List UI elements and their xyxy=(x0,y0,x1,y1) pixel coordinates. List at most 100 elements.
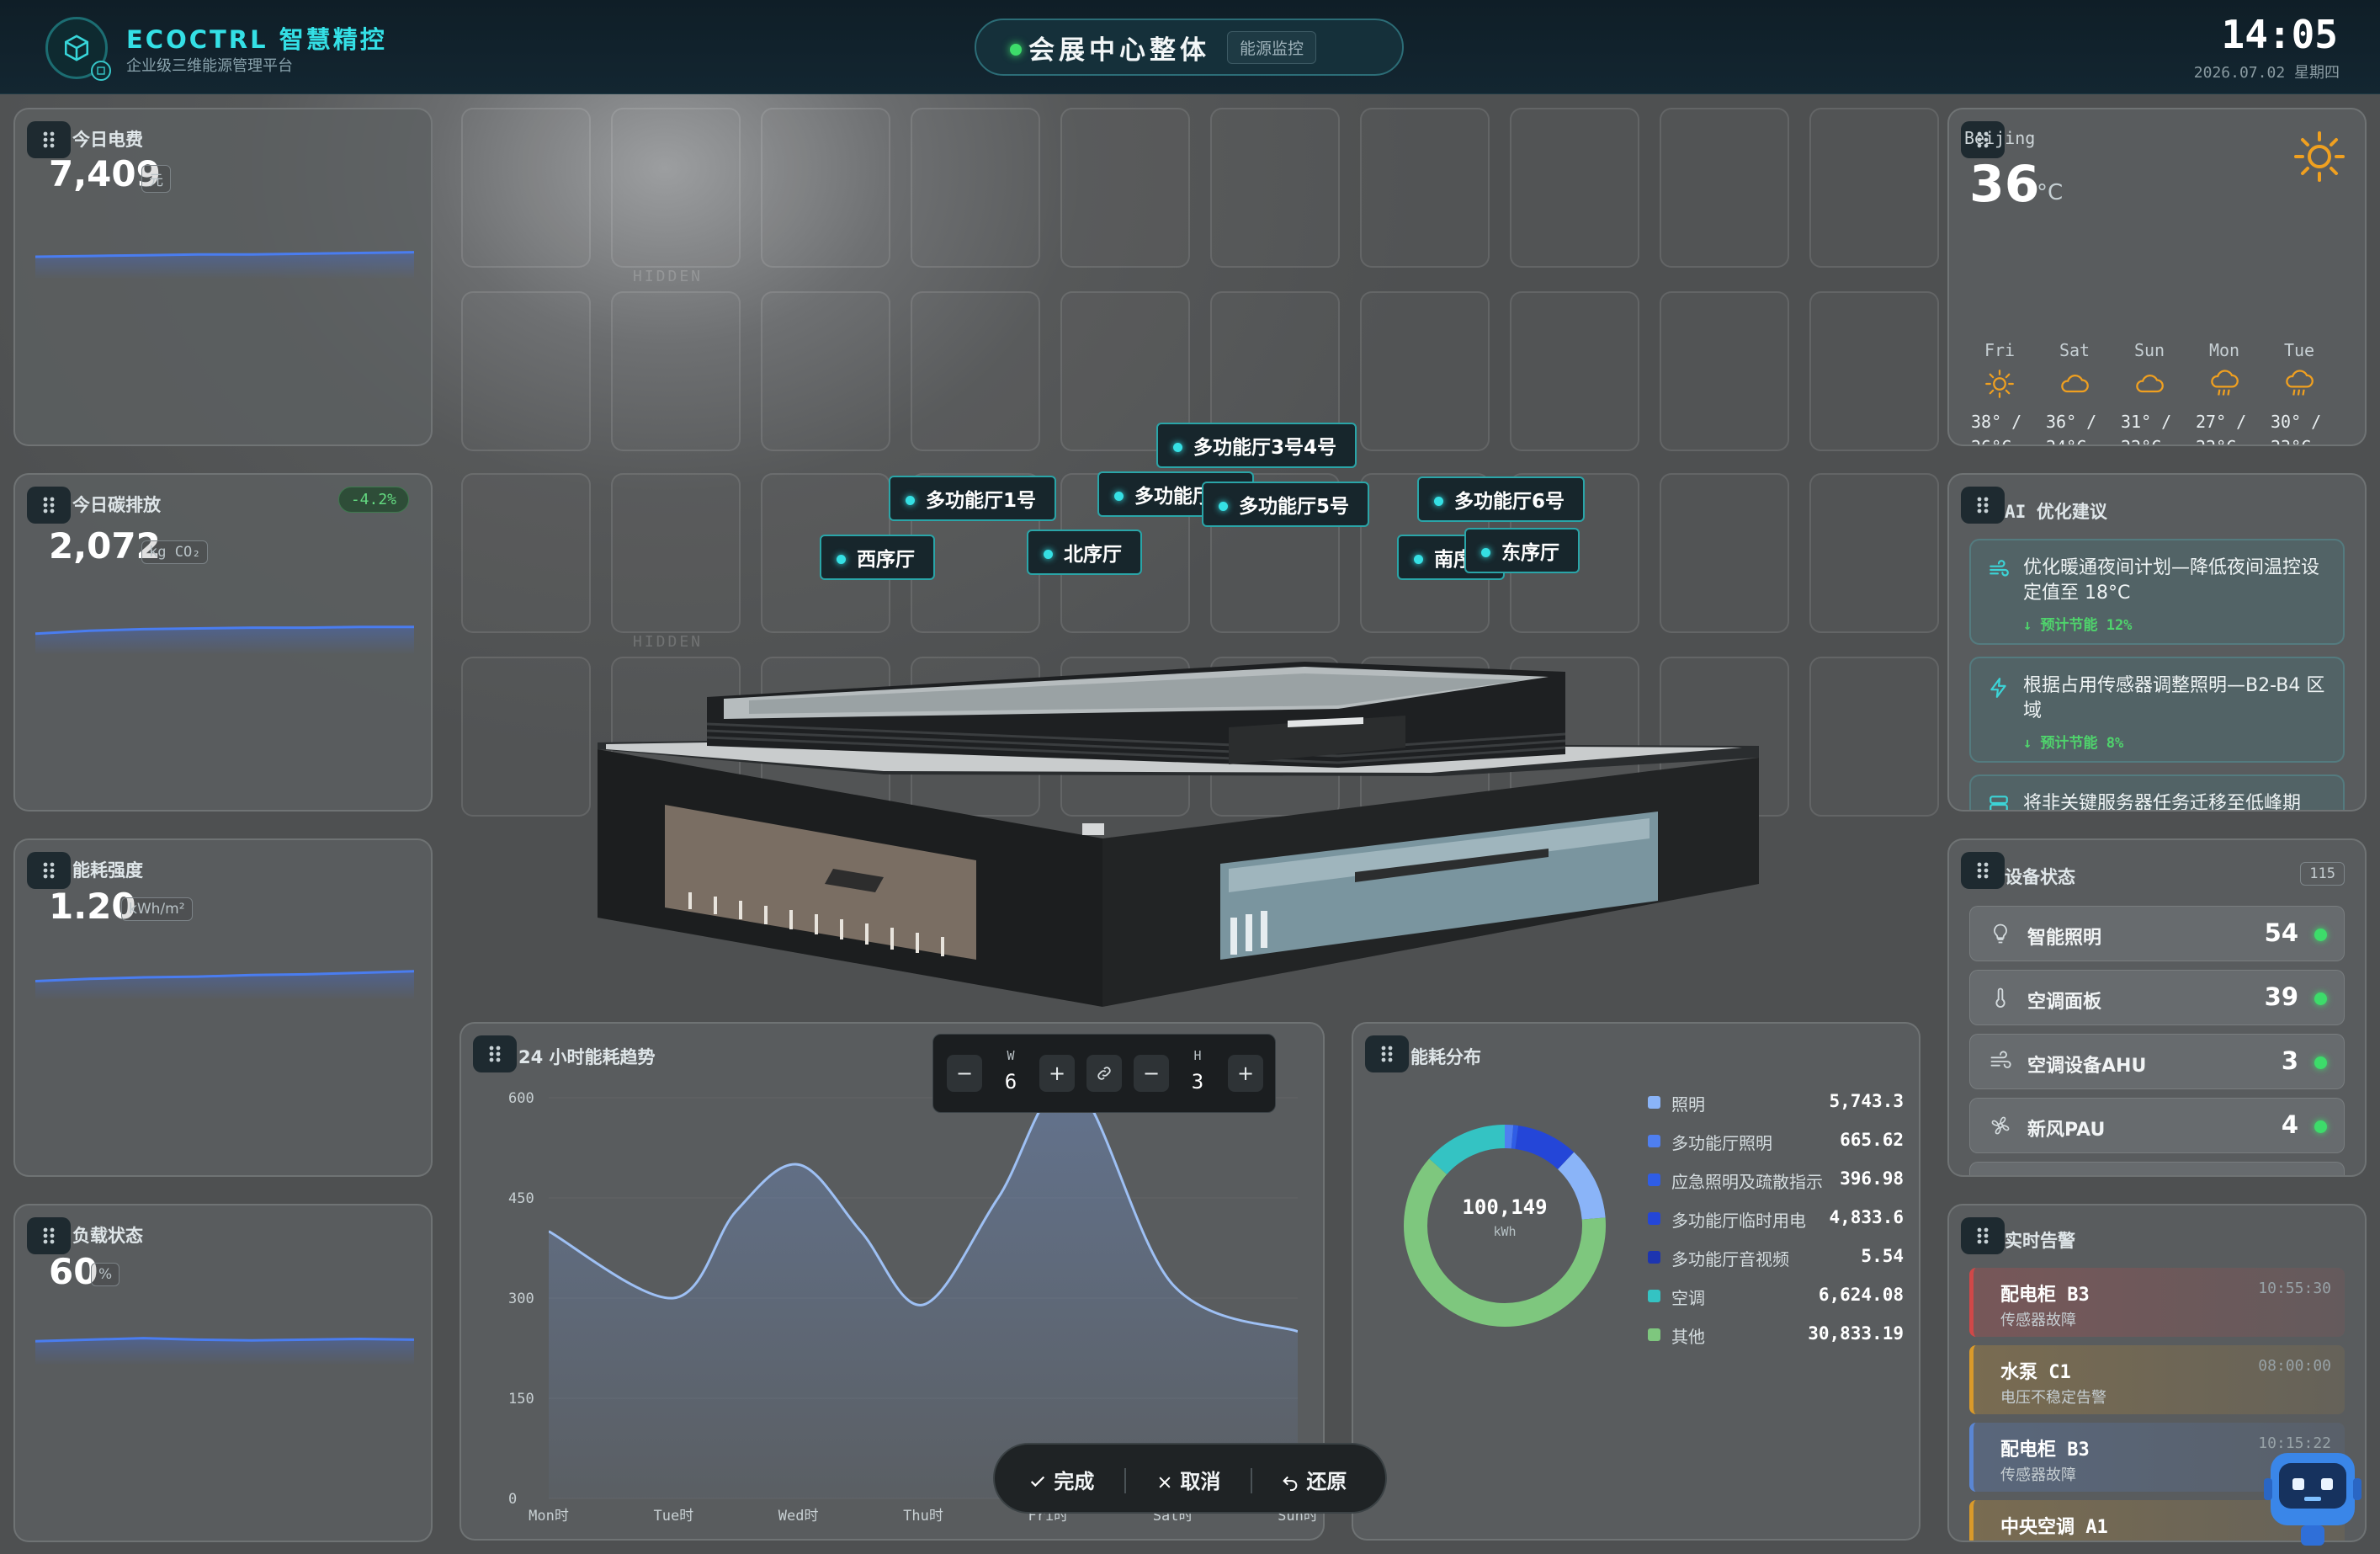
grid-cell xyxy=(611,473,741,633)
weather-temp: 36 xyxy=(1969,155,2040,214)
device-row-ac-panel[interactable]: 空调面板 39 xyxy=(1969,970,2345,1025)
ai-suggestion-text: 优化暖通夜间计划—降低夜间温控设定值至 18°C xyxy=(2023,557,2320,604)
legend-item[interactable]: 多功能厅照明 665.62 xyxy=(1648,1128,1904,1153)
device-row-ahu[interactable]: 空调设备AHU 3 xyxy=(1969,1034,2345,1089)
device-row-lighting[interactable]: 智能照明 54 xyxy=(1969,906,2345,961)
grid-cell xyxy=(1210,108,1340,268)
grid-cell xyxy=(611,291,741,451)
scene-mode-tag[interactable]: 能源监控 xyxy=(1227,30,1317,64)
toolbar-divider xyxy=(1251,1468,1252,1493)
device-count: 3 xyxy=(2281,1046,2298,1075)
donut-total-unit: kWh xyxy=(1493,1224,1517,1239)
device-count: 54 xyxy=(2264,918,2298,947)
drag-handle-icon[interactable] xyxy=(1961,487,2005,524)
ai-suggestion-saving: ↓ 预计节能 12% xyxy=(2023,617,2133,634)
alarm-device: 中央空调 A1 xyxy=(2000,1517,2108,1538)
legend-swatch xyxy=(1648,1212,1660,1225)
legend-value: 396.98 xyxy=(1840,1168,1904,1189)
rain-icon xyxy=(2191,369,2258,402)
zone-tag-hall-5[interactable]: 多功能厅5号 xyxy=(1202,482,1370,527)
zone-tag-hall-3-4[interactable]: 多功能厅3号4号 xyxy=(1156,423,1357,468)
kpi-title: 负载状态 xyxy=(72,1226,143,1246)
legend-item[interactable]: 照明 5,743.3 xyxy=(1648,1089,1904,1115)
panel-resize-widget[interactable]: − W 6 + − H 3 + xyxy=(932,1034,1276,1113)
cloud-icon xyxy=(2041,369,2108,402)
grid-cell xyxy=(461,108,591,268)
device-name: 新风PAU xyxy=(2027,1120,2106,1141)
width-increase-button[interactable]: + xyxy=(1039,1055,1075,1092)
device-name: 空调面板 xyxy=(2027,992,2102,1013)
kpi-sparkline xyxy=(35,251,414,279)
device-status-title: 设备状态 xyxy=(2005,867,2075,887)
ai-suggestions-panel[interactable]: AI 优化建议 优化暖通夜间计划—降低夜间温控设定值至 18°C ↓ 预计节能 … xyxy=(1947,473,2367,812)
drag-handle-icon[interactable] xyxy=(27,487,71,524)
y-tick-label: 150 xyxy=(508,1391,534,1408)
zone-tag-hall-6[interactable]: 多功能厅6号 xyxy=(1417,476,1586,522)
drag-handle-icon[interactable] xyxy=(1961,852,2005,889)
grid-cell xyxy=(1510,291,1639,451)
ai-suggestion-card[interactable]: 优化暖通夜间计划—降低夜间温控设定值至 18°C ↓ 预计节能 12% xyxy=(1969,539,2345,645)
legend-label: 多功能厅照明 xyxy=(1671,1133,1772,1153)
height-value: 3 xyxy=(1191,1070,1204,1094)
drag-handle-icon[interactable] xyxy=(27,852,71,889)
link-aspect-icon[interactable] xyxy=(1086,1055,1122,1092)
legend-item[interactable]: 多功能厅临时用电 4,833.6 xyxy=(1648,1205,1904,1231)
drag-handle-icon[interactable] xyxy=(27,1217,71,1254)
clock-date: 2026.07.02 星期四 xyxy=(2193,64,2340,82)
device-row-more[interactable] xyxy=(1969,1162,2345,1175)
forecast-high: 31° / xyxy=(2121,412,2172,432)
kpi-card-carbon-emission[interactable]: 今日碳排放 -4.2% 2,072 kg CO₂ xyxy=(13,473,433,812)
kpi-title: 今日碳排放 xyxy=(72,495,161,515)
zone-tag-north-lobby[interactable]: 北序厅 xyxy=(1027,530,1142,575)
legend-item[interactable]: 其他 30,833.19 xyxy=(1648,1322,1904,1347)
done-button[interactable]: 完成 xyxy=(1028,1465,1094,1494)
legend-item[interactable]: 空调 6,624.08 xyxy=(1648,1283,1904,1308)
device-row-pau[interactable]: 新风PAU 4 xyxy=(1969,1098,2345,1153)
kpi-sparkline xyxy=(35,1337,414,1365)
grid-cell xyxy=(1660,473,1789,633)
kpi-title: 能耗强度 xyxy=(72,860,143,881)
y-tick-label: 450 xyxy=(508,1190,534,1207)
trend-series-line[interactable] xyxy=(549,1081,1298,1333)
grid-cell xyxy=(911,108,1040,268)
forecast-temp-range: 38° / 26°C xyxy=(1971,409,2038,444)
grid-cell xyxy=(611,108,741,268)
drag-handle-icon[interactable] xyxy=(1365,1035,1409,1072)
height-increase-button[interactable]: + xyxy=(1228,1055,1263,1092)
ai-suggestion-card[interactable]: 将非关键服务器任务迁移至低峰期 xyxy=(1969,774,2345,810)
brand-title: ECOCTRL 智慧精控 xyxy=(126,25,387,54)
legend-item[interactable]: 应急照明及疏散指示 396.98 xyxy=(1648,1167,1904,1192)
close-icon xyxy=(1159,1477,1171,1488)
grid-cell xyxy=(1510,108,1639,268)
device-online-dot xyxy=(2314,929,2327,941)
ai-suggestion-card[interactable]: 根据占用传感器调整照明—B2-B4 区域 ↓ 预计节能 8% xyxy=(1969,657,2345,763)
bulb-icon xyxy=(1994,923,2007,944)
width-value: 6 xyxy=(1004,1070,1017,1094)
device-count: 4 xyxy=(2281,1110,2298,1139)
forecast-day: Tue xyxy=(2283,340,2315,360)
legend-item[interactable]: 多功能厅音视频 5.54 xyxy=(1648,1244,1904,1269)
scene-selector[interactable]: 会展中心整体 能源监控 xyxy=(975,19,1404,76)
building-3d-model[interactable] xyxy=(581,640,1776,1010)
restore-button[interactable]: 还原 xyxy=(1281,1465,1347,1494)
height-decrease-button[interactable]: − xyxy=(1134,1055,1169,1092)
zone-tag-west-lobby[interactable]: 西序厅 xyxy=(820,535,935,580)
width-decrease-button[interactable]: − xyxy=(947,1055,982,1092)
cancel-button[interactable]: 取消 xyxy=(1156,1465,1220,1494)
drag-handle-icon[interactable] xyxy=(1961,1217,2005,1254)
zone-tag-hall-1[interactable]: 多功能厅1号 xyxy=(889,476,1057,521)
kpi-card-energy-intensity[interactable]: 能耗强度 1.20 kWh/m² xyxy=(13,838,433,1177)
grid-cell xyxy=(1360,291,1490,451)
kpi-card-electricity-cost[interactable]: 今日电费 7,409 元 xyxy=(13,108,433,446)
assistant-robot-icon[interactable] xyxy=(2264,1445,2361,1554)
undo-icon xyxy=(1283,1476,1298,1492)
kpi-card-load-status[interactable]: 负载状态 60 % xyxy=(13,1204,433,1542)
weather-panel[interactable]: Beijing 36 °C Fri 38° / 26°C Sat 36° / 24°C Su… xyxy=(1947,108,2367,446)
legend-value: 30,833.19 xyxy=(1808,1323,1904,1344)
device-status-panel[interactable]: 设备状态 115 智能照明 54 空调面板 39 空调设备AHU 3 新风PAU… xyxy=(1947,838,2367,1177)
device-online-dot xyxy=(2314,993,2327,1005)
forecast-high: 38° / xyxy=(1971,412,2022,432)
zone-tag-east-lobby[interactable]: 东序厅 xyxy=(1464,528,1580,573)
alarm-item[interactable]: 水泵 C1 电压不稳定告警 08:00:00 xyxy=(1969,1345,2345,1414)
alarm-item[interactable]: 配电柜 B3 传感器故障 10:55:30 xyxy=(1969,1268,2345,1337)
